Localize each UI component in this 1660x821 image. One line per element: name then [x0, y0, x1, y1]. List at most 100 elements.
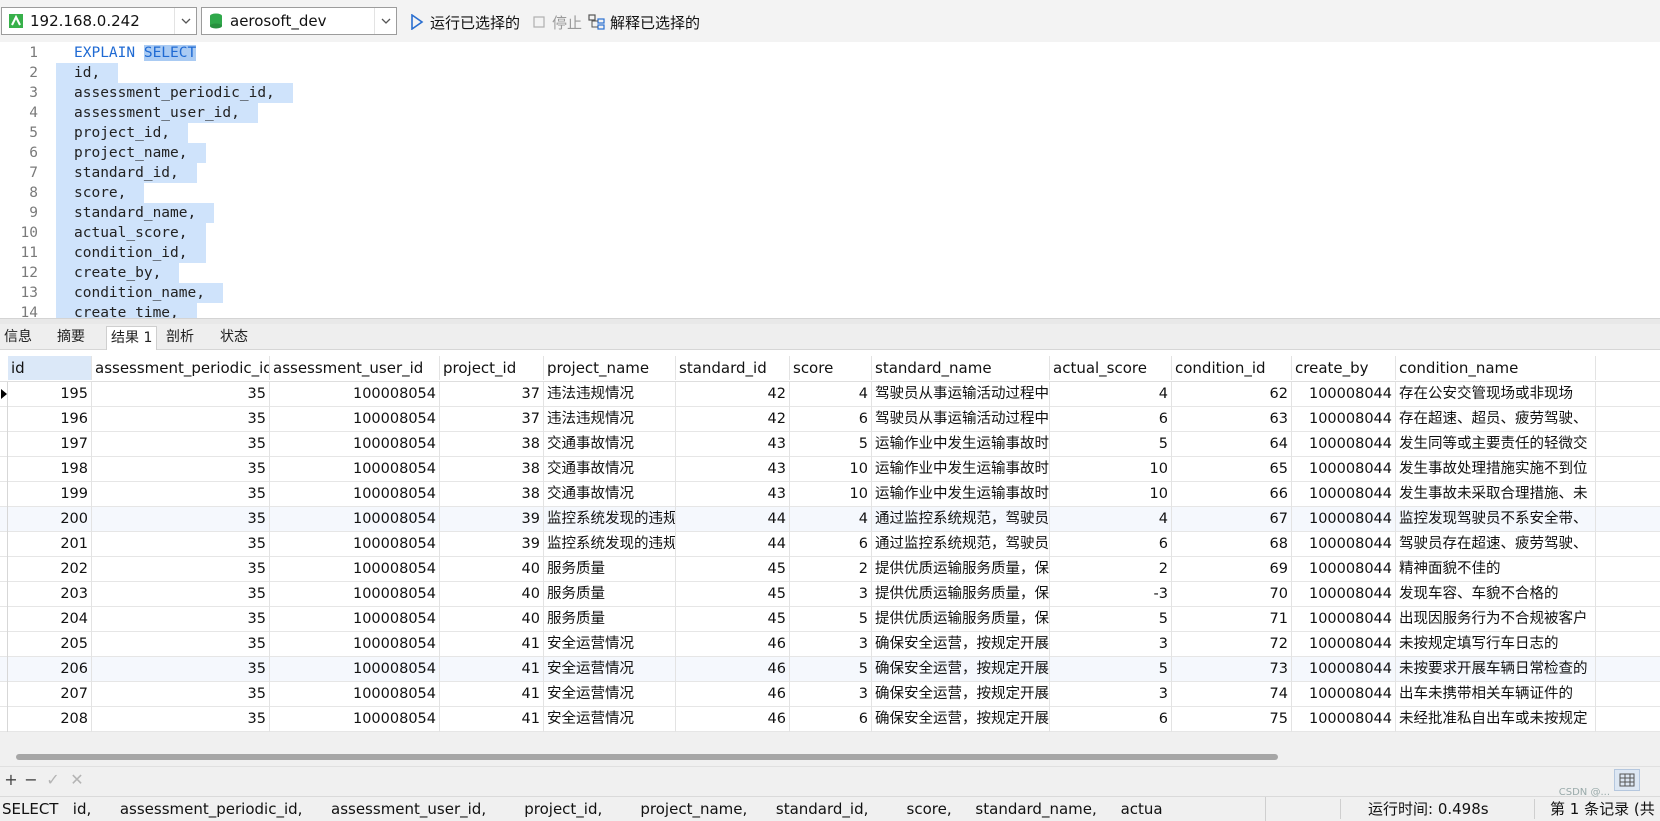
table-cell[interactable]: 100008054 — [270, 582, 440, 607]
table-cell[interactable]: 驾驶员从事运输活动过程中, — [872, 382, 1050, 407]
table-row[interactable]: 206 35 100008054 41 安全运营情况 46 5 确保安全运营，按规定开展安 5 7… — [0, 657, 1660, 682]
table-cell[interactable]: 100008044 — [1292, 432, 1396, 457]
table-cell[interactable]: 100008054 — [270, 382, 440, 407]
table-cell[interactable]: 5 — [790, 607, 872, 632]
table-cell[interactable]: 100008054 — [270, 607, 440, 632]
table-cell[interactable]: 违法违规情况 — [544, 382, 676, 407]
table-cell[interactable]: 交通事故情况 — [544, 432, 676, 457]
table-cell[interactable]: 100008044 — [1292, 557, 1396, 582]
table-cell[interactable]: 41 — [440, 707, 544, 732]
apply-changes-button[interactable]: ✓ — [42, 769, 64, 791]
table-cell[interactable]: 74 — [1172, 682, 1292, 707]
table-cell[interactable]: 发生同等或主要责任的轻微交 — [1396, 432, 1596, 457]
table-cell[interactable]: 43 — [676, 482, 790, 507]
table-cell[interactable]: 205 — [8, 632, 92, 657]
table-cell[interactable]: 安全运营情况 — [544, 682, 676, 707]
table-cell[interactable]: 64 — [1172, 432, 1292, 457]
column-header-id[interactable]: id — [8, 356, 92, 380]
table-cell[interactable]: 服务质量 — [544, 557, 676, 582]
table-cell[interactable]: 35 — [92, 432, 270, 457]
table-cell[interactable]: 未经批准私自出车或未按规定 — [1396, 707, 1596, 732]
table-cell[interactable]: 通过监控系统规范，驾驶员和 — [872, 507, 1050, 532]
table-cell[interactable]: 73 — [1172, 657, 1292, 682]
table-cell[interactable]: 5 — [790, 657, 872, 682]
table-row[interactable]: 205 35 100008054 41 安全运营情况 46 3 确保安全运营，按规定开展安 3 7… — [0, 632, 1660, 657]
table-cell[interactable]: 100008044 — [1292, 482, 1396, 507]
sql-editor[interactable]: 1 EXPLAIN SELECT 2 id, 3 assessment_peri… — [0, 42, 1660, 318]
table-cell[interactable]: 35 — [92, 707, 270, 732]
table-cell[interactable]: 6 — [790, 407, 872, 432]
row-selector[interactable] — [0, 682, 8, 707]
column-header-assessment-periodic-id[interactable]: assessment_periodic_id — [92, 356, 270, 380]
delete-row-button[interactable]: − — [20, 769, 42, 791]
table-cell[interactable]: 100008044 — [1292, 532, 1396, 557]
table-cell[interactable]: 41 — [440, 632, 544, 657]
table-cell[interactable]: 3 — [790, 582, 872, 607]
table-cell[interactable]: 存在公安交管现场或非现场 — [1396, 382, 1596, 407]
table-cell[interactable]: 44 — [676, 507, 790, 532]
table-cell[interactable]: 6 — [790, 532, 872, 557]
horizontal-scrollbar[interactable] — [0, 748, 1660, 764]
table-cell[interactable]: 46 — [676, 632, 790, 657]
table-row[interactable]: 198 35 100008054 38 交通事故情况 43 10 运输作业中发生运输事故时及 1… — [0, 457, 1660, 482]
table-cell[interactable]: 46 — [676, 657, 790, 682]
table-cell[interactable]: 3 — [790, 682, 872, 707]
row-selector[interactable] — [0, 507, 8, 532]
table-cell[interactable]: 39 — [440, 507, 544, 532]
table-cell[interactable]: 43 — [676, 432, 790, 457]
table-row[interactable]: 201 35 100008054 39 监控系统发现的违规 44 6 通过监控系统规范，驾驶员… — [0, 532, 1660, 557]
table-cell[interactable]: 201 — [8, 532, 92, 557]
table-cell[interactable]: 100008044 — [1292, 657, 1396, 682]
table-cell[interactable]: 38 — [440, 457, 544, 482]
table-cell[interactable]: 发现车容、车貌不合格的 — [1396, 582, 1596, 607]
table-cell[interactable]: 196 — [8, 407, 92, 432]
table-cell[interactable]: 46 — [676, 682, 790, 707]
column-header-project-id[interactable]: project_id — [440, 356, 544, 380]
table-cell[interactable]: 3 — [790, 632, 872, 657]
table-cell[interactable]: -3 — [1050, 582, 1172, 607]
table-cell[interactable]: 75 — [1172, 707, 1292, 732]
table-row[interactable]: 195 35 100008054 37 违法违规情况 42 4 驾驶员从事运输活动过程中, 4 6… — [0, 382, 1660, 407]
row-selector[interactable] — [0, 557, 8, 582]
table-cell[interactable]: 45 — [676, 607, 790, 632]
table-cell[interactable]: 63 — [1172, 407, 1292, 432]
table-cell[interactable]: 42 — [676, 382, 790, 407]
table-cell[interactable]: 确保安全运营，按规定开展安 — [872, 682, 1050, 707]
table-cell[interactable]: 确保安全运营，按规定开展安 — [872, 657, 1050, 682]
result-grid[interactable]: id assessment_periodic_id assessment_user_… — [0, 350, 1660, 732]
table-cell[interactable]: 42 — [676, 407, 790, 432]
table-cell[interactable]: 100008054 — [270, 532, 440, 557]
table-cell[interactable]: 交通事故情况 — [544, 482, 676, 507]
table-cell[interactable]: 5 — [1050, 432, 1172, 457]
row-selector[interactable] — [0, 432, 8, 457]
table-cell[interactable]: 100008054 — [270, 557, 440, 582]
table-cell[interactable]: 10 — [1050, 482, 1172, 507]
table-cell[interactable]: 未按规定填写行车日志的 — [1396, 632, 1596, 657]
row-selector[interactable] — [0, 582, 8, 607]
table-cell[interactable]: 65 — [1172, 457, 1292, 482]
table-cell[interactable]: 35 — [92, 407, 270, 432]
table-row[interactable]: 207 35 100008054 41 安全运营情况 46 3 确保安全运营，按规定开展安 3 7… — [0, 682, 1660, 707]
database-select[interactable]: aerosoft_dev — [201, 7, 397, 35]
column-header-condition-name[interactable]: condition_name — [1396, 356, 1596, 380]
tab-summary[interactable]: 摘要 — [53, 326, 89, 350]
explain-selected-button[interactable]: 解释已选择的 — [588, 10, 700, 34]
table-cell[interactable]: 安全运营情况 — [544, 707, 676, 732]
current-row-indicator-icon[interactable] — [0, 382, 8, 407]
table-cell[interactable]: 3 — [1050, 682, 1172, 707]
table-cell[interactable]: 195 — [8, 382, 92, 407]
table-cell[interactable]: 驾驶员存在超速、疲劳驾驶、 — [1396, 532, 1596, 557]
table-cell[interactable]: 发生事故处理措施实施不到位 — [1396, 457, 1596, 482]
table-cell[interactable]: 100008044 — [1292, 457, 1396, 482]
tab-status[interactable]: 状态 — [216, 326, 252, 350]
table-cell[interactable]: 68 — [1172, 532, 1292, 557]
table-cell[interactable]: 2 — [1050, 557, 1172, 582]
table-cell[interactable]: 6 — [1050, 707, 1172, 732]
table-cell[interactable]: 40 — [440, 582, 544, 607]
row-selector[interactable] — [0, 657, 8, 682]
table-cell[interactable]: 38 — [440, 482, 544, 507]
table-cell[interactable]: 100008054 — [270, 457, 440, 482]
table-cell[interactable]: 100008044 — [1292, 682, 1396, 707]
table-cell[interactable]: 提供优质运输服务质量，保持 — [872, 582, 1050, 607]
table-cell[interactable]: 35 — [92, 382, 270, 407]
